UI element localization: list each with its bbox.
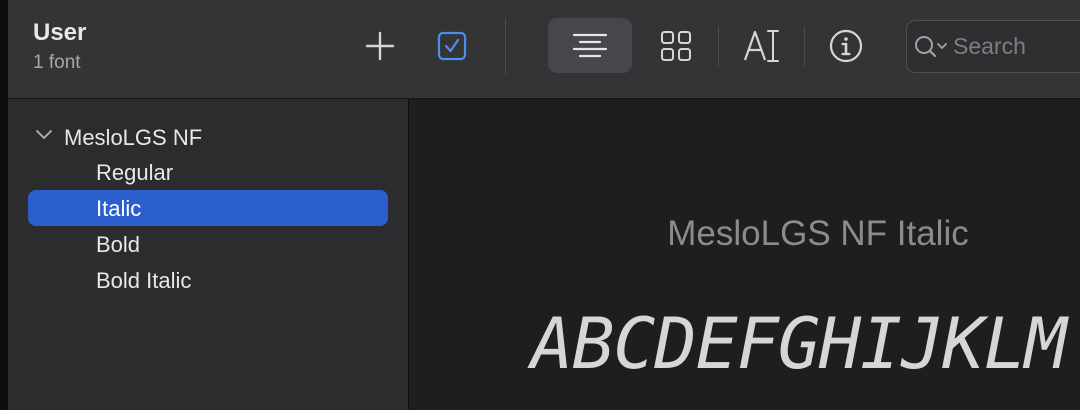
search-field[interactable] — [906, 20, 1080, 73]
search-input[interactable] — [953, 33, 1073, 60]
window-edge — [0, 0, 8, 410]
sample-view-icon-wrap — [568, 28, 612, 64]
chevron-down-icon[interactable] — [35, 129, 53, 141]
font-face-label: Italic — [96, 196, 142, 221]
add-font-button[interactable] — [360, 28, 400, 64]
text-view-button[interactable] — [740, 26, 784, 66]
font-face-label: Bold Italic — [96, 268, 192, 293]
text-cursor-icon — [743, 30, 779, 62]
collection-title: User — [33, 19, 87, 46]
preview-font-name: MesloLGS NF Italic — [667, 214, 969, 253]
toolbar: User 1 font — [8, 0, 1080, 99]
grid-view-button[interactable] — [656, 26, 696, 66]
font-family-label: MesloLGS NF — [64, 125, 203, 150]
toolbar-separator — [718, 26, 719, 66]
toolbar-separator — [505, 18, 506, 74]
font-face-label: Regular — [96, 160, 174, 185]
toolbar-separator — [804, 26, 805, 66]
plus-icon — [365, 31, 395, 61]
font-face-row-selected[interactable]: Italic — [28, 190, 388, 226]
font-info-button[interactable] — [826, 26, 866, 66]
font-face-row[interactable]: Regular — [28, 154, 388, 190]
font-book-window: User 1 font Search MesloLGS NF Regular I… — [0, 0, 1080, 410]
font-preview-pane: MesloLGS NF Italic ABCDEFGHIJKLM — [409, 99, 1080, 410]
font-face-row[interactable]: Bold — [28, 226, 388, 262]
font-family-row[interactable]: MesloLGS NF — [8, 121, 408, 151]
info-icon — [829, 29, 863, 63]
preview-sample-text: ABCDEFGHIJKLM — [531, 303, 1067, 385]
font-face-row[interactable]: Bold Italic — [28, 262, 388, 298]
search-icon[interactable] — [913, 33, 949, 61]
checkbox-icon — [437, 31, 467, 61]
font-face-label: Bold — [96, 232, 141, 257]
validate-font-button[interactable] — [432, 28, 472, 64]
font-count: 1 font — [33, 52, 81, 73]
text-align-center-icon — [572, 33, 608, 58]
grid-icon — [661, 31, 691, 61]
font-list-sidebar: MesloLGS NF Regular Italic Bold Bold Ita… — [8, 99, 409, 410]
